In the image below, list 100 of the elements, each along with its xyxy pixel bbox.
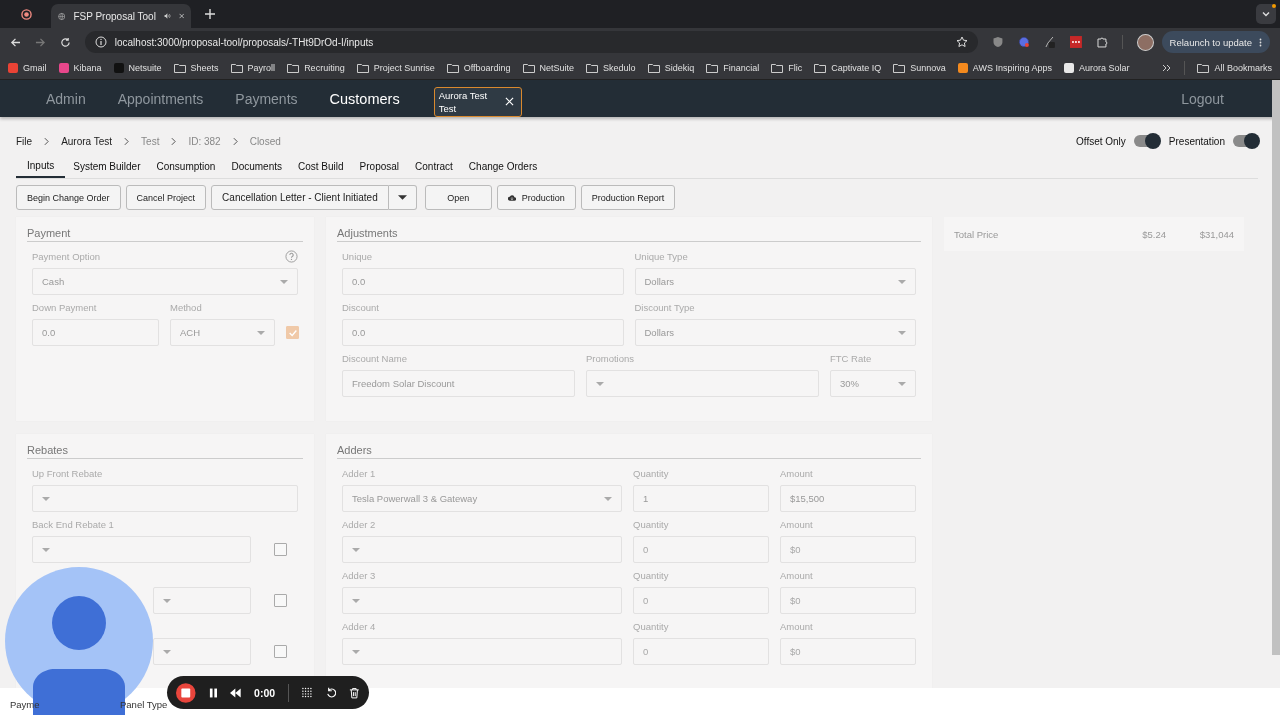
globe-icon <box>58 10 66 22</box>
logout-link[interactable]: Logout <box>1181 90 1224 107</box>
bookmark[interactable]: Offboarding <box>446 62 511 73</box>
chevron-down-icon[interactable] <box>1256 4 1276 24</box>
rewind-icon[interactable] <box>230 687 242 698</box>
chevron-icon <box>171 136 177 146</box>
input-field[interactable]: 0 <box>633 638 769 665</box>
bookmark[interactable]: AWS Inspiring Apps <box>957 62 1052 73</box>
breadcrumb-item[interactable]: File <box>16 135 33 147</box>
dropdown-button[interactable] <box>388 185 417 210</box>
bookmark[interactable]: Sheets <box>173 62 219 73</box>
input-field[interactable]: 0 <box>633 587 769 614</box>
bookmark[interactable]: NetSuite <box>522 62 575 73</box>
tab[interactable]: Documents <box>223 155 290 178</box>
forward-icon[interactable] <box>34 36 46 48</box>
puzzle-icon[interactable] <box>1095 36 1108 48</box>
production-button[interactable]: Production <box>496 185 576 210</box>
tab[interactable]: Change Orders <box>460 155 546 178</box>
tab[interactable]: Cost Build <box>290 155 352 178</box>
letter-button[interactable]: Cancellation Letter - Client Initiated <box>211 185 389 210</box>
browser-tab[interactable]: FSP Proposal Tool <box>51 4 191 28</box>
tab[interactable]: Proposal <box>351 155 408 178</box>
bookmark[interactable]: Sunnova <box>893 62 946 73</box>
chevrons-icon[interactable] <box>1162 63 1173 72</box>
bookmark[interactable]: Payroll <box>230 62 276 73</box>
folder-icon <box>287 62 300 73</box>
input-field[interactable]: 0 <box>633 536 769 563</box>
bookmark[interactable]: Skedulo <box>586 62 636 73</box>
tab[interactable]: Consumption <box>148 155 224 178</box>
bookmark[interactable]: Sidekiq <box>647 62 695 73</box>
checkbox[interactable] <box>273 594 287 607</box>
select-field[interactable] <box>153 587 251 614</box>
grid-icon[interactable] <box>302 686 313 699</box>
checkbox[interactable] <box>286 326 299 339</box>
nav-link[interactable]: Appointments <box>117 90 204 107</box>
breadcrumb-item[interactable]: Aurora Test <box>61 135 113 147</box>
info-icon[interactable] <box>94 36 107 48</box>
trash-icon[interactable] <box>349 686 361 699</box>
bookmark[interactable]: Kibana <box>58 62 102 73</box>
undo-icon[interactable] <box>325 686 337 699</box>
select-field[interactable] <box>342 536 622 563</box>
bookmark[interactable]: Project Sunrise <box>356 62 435 73</box>
address-bar[interactable]: localhost:3000/proposal-tool/proposals/-THt9DrOd-I/inputs <box>84 31 979 53</box>
pause-icon[interactable] <box>208 687 218 698</box>
stop-button[interactable] <box>176 681 196 704</box>
input-field[interactable]: $0 <box>780 638 916 665</box>
customer-tab[interactable]: Aurora Test Test <box>433 86 522 117</box>
new-tab-icon[interactable] <box>205 9 215 19</box>
nav-link[interactable]: Customers <box>329 90 400 107</box>
back-icon[interactable] <box>10 36 21 48</box>
toggle-switch[interactable] <box>1233 135 1258 147</box>
select-field[interactable] <box>342 587 622 614</box>
nav-link[interactable]: Payments <box>235 90 298 107</box>
input-field[interactable]: $0 <box>780 587 916 614</box>
select-field[interactable] <box>153 638 251 665</box>
bookmark[interactable]: Aurora Solar <box>1063 62 1130 73</box>
select-field[interactable] <box>586 370 819 397</box>
checkbox[interactable] <box>273 543 287 556</box>
tab[interactable]: System Builder <box>65 155 149 178</box>
price-per-watt: $5.24 <box>1141 228 1166 240</box>
speaker-icon[interactable] <box>163 11 171 21</box>
action-button[interactable]: Begin Change Order <box>16 185 121 210</box>
action-button[interactable]: Open <box>424 185 492 210</box>
field-label: Quantity <box>633 621 669 632</box>
star-icon[interactable] <box>956 36 969 48</box>
input-field[interactable]: $0 <box>780 536 916 563</box>
select-field[interactable] <box>342 638 622 665</box>
toggle-switch[interactable] <box>1133 135 1159 147</box>
dots-icon[interactable] <box>1069 36 1082 48</box>
tab[interactable]: Inputs <box>16 155 66 178</box>
bookmark[interactable]: Netsuite <box>113 62 162 73</box>
field-label: Payment Option <box>32 251 101 262</box>
checkbox[interactable] <box>273 645 287 658</box>
select-field[interactable] <box>32 485 298 512</box>
panel-title: Rebates <box>27 444 303 459</box>
tab[interactable]: Contract <box>407 155 461 178</box>
bookmark[interactable]: Flic <box>771 62 803 73</box>
more-icon <box>1259 36 1262 48</box>
relaunch-button[interactable]: Relaunch to update <box>1161 31 1270 53</box>
scrollbar[interactable] <box>1272 80 1280 655</box>
cloud-download-icon <box>507 192 516 203</box>
shield-icon[interactable] <box>992 36 1005 48</box>
caret-icon <box>596 381 604 386</box>
field-label: Amount <box>780 570 813 581</box>
bookmark[interactable]: All Bookmarks <box>1197 62 1272 73</box>
reload-icon[interactable] <box>59 36 71 48</box>
action-button[interactable]: Production Report <box>580 185 676 210</box>
profile-avatar[interactable] <box>1136 33 1154 51</box>
bookmark[interactable]: Gmail <box>8 62 47 73</box>
nav-link[interactable]: Admin <box>46 90 86 107</box>
select-field[interactable] <box>32 536 251 563</box>
bookmark[interactable]: Captivate IQ <box>814 62 882 73</box>
bookmark[interactable]: Recruiting <box>287 62 345 73</box>
total-price-label: Total Price <box>954 228 999 240</box>
action-button[interactable]: Cancel Project <box>125 185 207 210</box>
caret-icon <box>280 279 288 284</box>
close-icon[interactable] <box>178 12 184 20</box>
field-label: Discount Type <box>634 302 695 313</box>
bookmark[interactable]: Financial <box>706 62 760 73</box>
field-label: FTC Rate <box>830 353 872 364</box>
